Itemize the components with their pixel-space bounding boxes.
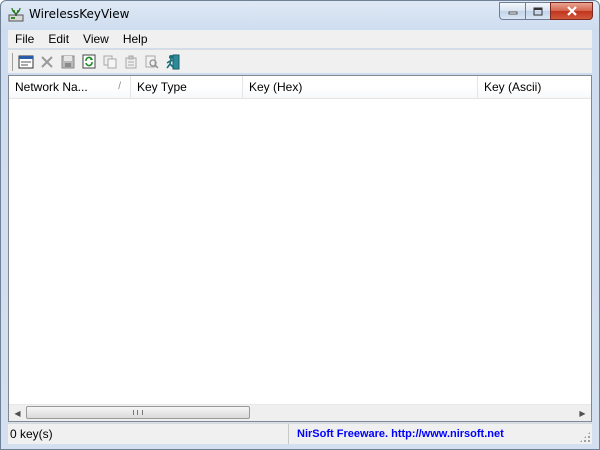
- properties-button[interactable]: [120, 52, 141, 72]
- column-label: Network Na...: [15, 80, 88, 94]
- exit-button[interactable]: [162, 52, 183, 72]
- delete-button[interactable]: [36, 52, 57, 72]
- sort-indicator: /: [118, 81, 121, 92]
- column-header-network-name[interactable]: Network Na... /: [9, 76, 131, 98]
- app-window: WirelessKeyView File Edit View Help Netw…: [0, 0, 600, 450]
- refresh-icon: [82, 54, 95, 69]
- toolbar-separator: [12, 52, 13, 71]
- toolbar: [8, 49, 592, 73]
- chevron-left-icon: ◀: [14, 408, 21, 418]
- maximize-button[interactable]: [525, 2, 550, 20]
- status-key-count: 0 key(s): [8, 424, 289, 444]
- menu-help[interactable]: Help: [116, 32, 155, 46]
- minimize-button[interactable]: [499, 2, 525, 20]
- minimize-icon: [508, 11, 517, 15]
- column-header-key-hex[interactable]: Key (Hex): [243, 76, 478, 98]
- html-report-button[interactable]: [15, 52, 36, 72]
- delete-icon: [40, 55, 53, 68]
- close-icon: [566, 6, 577, 16]
- scroll-left-button[interactable]: ◀: [9, 405, 26, 421]
- window-title: WirelessKeyView: [29, 7, 130, 21]
- horizontal-scrollbar[interactable]: ◀ ▶: [9, 404, 591, 421]
- resize-grip-icon[interactable]: [579, 431, 591, 443]
- grip-icon: [133, 410, 143, 415]
- html-report-icon: [18, 55, 33, 68]
- exit-icon: [165, 54, 179, 69]
- menu-file[interactable]: File: [8, 32, 41, 46]
- list-header: Network Na... / Key Type Key (Hex) Key (…: [9, 76, 591, 99]
- wireless-app-icon: [8, 7, 24, 22]
- caption-buttons: [499, 2, 593, 21]
- menu-bar: File Edit View Help: [8, 30, 592, 48]
- copy-button[interactable]: [99, 52, 120, 72]
- properties-icon: [125, 55, 136, 68]
- refresh-button[interactable]: [78, 52, 99, 72]
- status-bar: 0 key(s) NirSoft Freeware. http://www.ni…: [8, 423, 592, 444]
- save-button[interactable]: [57, 52, 78, 72]
- find-icon: [145, 55, 159, 69]
- find-button[interactable]: [141, 52, 162, 72]
- copy-icon: [103, 55, 116, 68]
- column-label: Key (Hex): [249, 80, 303, 94]
- menu-edit[interactable]: Edit: [41, 32, 76, 46]
- close-button[interactable]: [550, 2, 593, 20]
- column-header-key-type[interactable]: Key Type: [131, 76, 243, 98]
- nirsoft-link[interactable]: NirSoft Freeware. http://www.nirsoft.net: [289, 428, 504, 440]
- keys-list[interactable]: Network Na... / Key Type Key (Hex) Key (…: [8, 75, 592, 422]
- title-bar[interactable]: WirelessKeyView: [1, 1, 599, 29]
- maximize-icon: [533, 7, 543, 15]
- menu-view[interactable]: View: [76, 32, 116, 46]
- chevron-right-icon: ▶: [579, 408, 586, 418]
- scrollbar-thumb[interactable]: [26, 406, 250, 419]
- column-header-key-ascii[interactable]: Key (Ascii): [478, 76, 591, 98]
- column-label: Key (Ascii): [484, 80, 542, 94]
- scroll-right-button[interactable]: ▶: [574, 405, 591, 421]
- column-label: Key Type: [137, 80, 187, 94]
- save-icon: [61, 55, 74, 68]
